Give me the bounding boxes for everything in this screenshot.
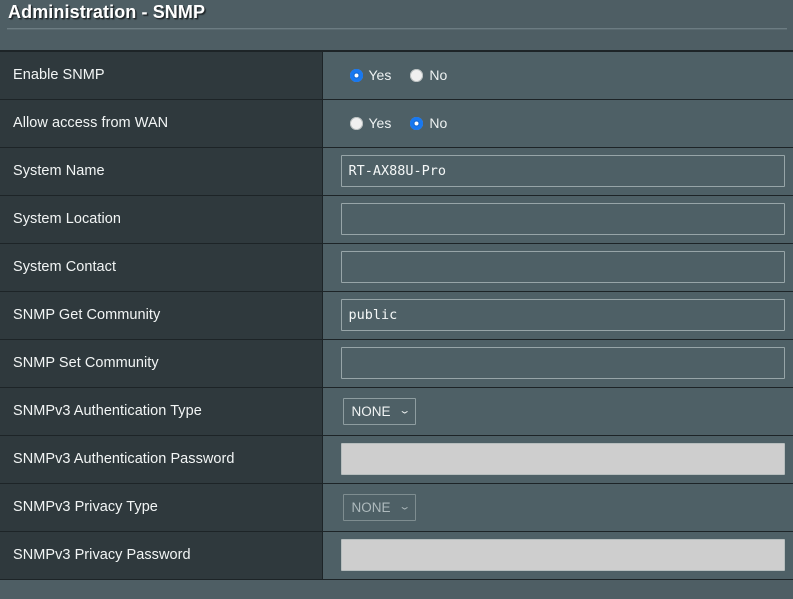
row-value-snmpv3-privacy-password (322, 531, 793, 580)
form-row: System Contact (0, 243, 793, 292)
text-input-system-location[interactable] (340, 203, 785, 235)
row-value-system-name (322, 147, 793, 196)
row-label-system-contact: System Contact (0, 243, 323, 292)
row-value-snmpv3-authentication-password (322, 435, 793, 484)
row-value-system-location (322, 195, 793, 244)
radio-checked-icon[interactable] (349, 68, 363, 82)
radio-option-label: No (429, 115, 448, 131)
select-value: NONE (351, 403, 391, 419)
form-row: SNMP Get Community (0, 291, 793, 340)
form-row: SNMPv3 Privacy Password (0, 531, 793, 580)
form-row: SNMPv3 Authentication Password (0, 435, 793, 484)
row-label-system-name: System Name (0, 147, 323, 196)
text-input-snmp-get-community[interactable] (340, 299, 785, 331)
page-title: Administration - SNMP (8, 2, 206, 22)
form-row: Allow access from WAN Yes No (0, 99, 793, 148)
form-row: System Location (0, 195, 793, 244)
row-label-system-location: System Location (0, 195, 323, 244)
radio-option-label: Yes (368, 67, 392, 84)
row-label-allow-access-from-wan: Allow access from WAN (0, 99, 323, 148)
text-input-system-contact[interactable] (340, 251, 785, 283)
select-snmpv3-authentication-type[interactable]: NONE ⌄ (342, 397, 416, 425)
row-label-snmpv3-authentication-type: SNMPv3 Authentication Type (0, 387, 323, 436)
radio-checked-icon[interactable] (410, 116, 424, 130)
row-value-snmp-set-community (322, 339, 793, 388)
radio-option-label: Yes (368, 115, 392, 131)
row-value-snmpv3-privacy-type: NONE ⌄ (322, 483, 793, 532)
page-header: Administration - SNMP (0, 0, 793, 36)
row-label-snmpv3-privacy-type: SNMPv3 Privacy Type (0, 483, 323, 532)
row-label-snmp-get-community: SNMP Get Community (0, 291, 323, 340)
form-row: SNMPv3 Authentication Type NONE ⌄ (0, 387, 793, 436)
radio-option-enable-snmp-yes[interactable]: Yes (349, 67, 392, 84)
row-label-snmpv3-authentication-password: SNMPv3 Authentication Password (0, 435, 323, 484)
radio-unchecked-icon[interactable] (349, 116, 363, 130)
password-input-snmpv3-privacy-password (340, 539, 785, 571)
row-label-snmp-set-community: SNMP Set Community (0, 339, 323, 388)
header-divider (7, 28, 787, 30)
form-row: System Name (0, 147, 793, 196)
radio-option-label: No (429, 67, 448, 84)
row-value-enable-snmp: Yes No (322, 51, 793, 100)
radio-unchecked-icon[interactable] (410, 68, 424, 82)
radio-group-allow-access-from-wan: Yes No (349, 115, 793, 131)
text-input-snmp-set-community[interactable] (340, 347, 785, 379)
header-spacer (0, 36, 793, 50)
row-label-enable-snmp: Enable SNMP (0, 51, 323, 100)
chevron-down-icon: ⌄ (397, 405, 411, 416)
row-value-allow-access-from-wan: Yes No (322, 99, 793, 148)
select-value: NONE (351, 499, 391, 515)
radio-option-allow-access-from-wan-no[interactable]: No (410, 115, 447, 131)
snmp-settings-body: Enable SNMP Yes No Allow access from WAN Yes… (0, 51, 793, 580)
form-row: SNMP Set Community (0, 339, 793, 388)
form-row: SNMPv3 Privacy Type NONE ⌄ (0, 483, 793, 532)
snmp-settings-table: Enable SNMP Yes No Allow access from WAN Yes… (0, 50, 793, 580)
password-input-snmpv3-authentication-password (340, 443, 785, 475)
row-value-snmpv3-authentication-type: NONE ⌄ (322, 387, 793, 436)
text-input-system-name[interactable] (340, 155, 785, 187)
row-value-system-contact (322, 243, 793, 292)
radio-option-enable-snmp-no[interactable]: No (410, 67, 447, 83)
row-label-snmpv3-privacy-password: SNMPv3 Privacy Password (0, 531, 323, 580)
select-snmpv3-privacy-type: NONE ⌄ (342, 493, 416, 521)
row-value-snmp-get-community (322, 291, 793, 340)
radio-group-enable-snmp: Yes No (349, 67, 793, 84)
form-row: Enable SNMP Yes No (0, 51, 793, 100)
chevron-down-icon: ⌄ (397, 501, 411, 512)
radio-option-allow-access-from-wan-yes[interactable]: Yes (349, 115, 392, 131)
